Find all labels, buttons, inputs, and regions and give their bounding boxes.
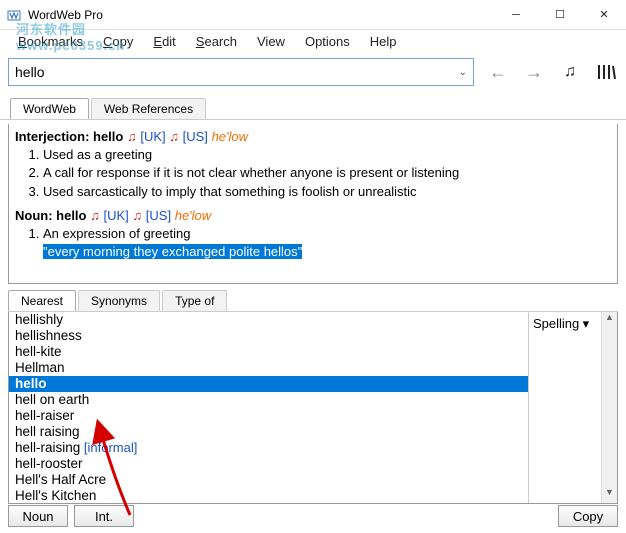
list-item[interactable]: hell on earth <box>9 392 528 408</box>
def-text: An expression of greeting <box>43 226 190 241</box>
audio-icon[interactable]: ♫ <box>169 129 179 144</box>
pos-interjection: Interjection: hello <box>15 129 123 144</box>
list-item[interactable]: hell-rooster <box>9 456 528 472</box>
spelling-column: Spelling ▾ <box>529 312 601 503</box>
list-item[interactable]: Hellman <box>9 360 528 376</box>
scroll-up-icon[interactable]: ▲ <box>602 312 617 328</box>
search-row: ⌄ ← → ♫ <box>0 52 626 96</box>
word-column[interactable]: hellishlyhellishnesshell-kiteHellmanhell… <box>9 312 529 503</box>
app-icon <box>6 7 22 23</box>
close-button[interactable]: ✕ <box>582 0 626 30</box>
dropdown-icon[interactable]: ⌄ <box>459 67 467 78</box>
audio-icon[interactable]: ♫ <box>132 208 142 223</box>
pronunciation: he'low <box>175 208 211 223</box>
scroll-down-icon[interactable]: ▼ <box>602 487 617 503</box>
uk-link[interactable]: [UK] <box>140 129 165 144</box>
chevron-down-icon[interactable]: ▾ <box>583 316 590 331</box>
us-link[interactable]: [US] <box>146 208 171 223</box>
menu-view[interactable]: View <box>247 32 295 51</box>
button-bar: Noun Int. Copy <box>8 505 618 527</box>
int-button[interactable]: Int. <box>74 505 134 527</box>
def-item: An expression of greeting "every morning… <box>43 225 611 261</box>
tab-wordweb[interactable]: WordWeb <box>10 98 89 119</box>
def-item: Used as a greeting <box>43 146 611 164</box>
noun-line: Noun: hello ♫ [UK] ♫ [US] he'low <box>15 207 611 225</box>
menu-help[interactable]: Help <box>360 32 407 51</box>
menu-edit[interactable]: Edit <box>143 32 185 51</box>
menu-bookmarks[interactable]: Bookmarks <box>8 32 93 51</box>
tab-nearest[interactable]: Nearest <box>8 290 76 311</box>
def-item: Used sarcastically to imply that somethi… <box>43 183 611 201</box>
noun-list: An expression of greeting "every morning… <box>15 225 611 261</box>
back-button[interactable]: ← <box>486 60 510 84</box>
us-link[interactable]: [US] <box>183 129 208 144</box>
copy-button[interactable]: Copy <box>558 505 618 527</box>
window-buttons: ─ ☐ ✕ <box>494 0 626 30</box>
uk-link[interactable]: [UK] <box>104 208 129 223</box>
spelling-label[interactable]: Spelling <box>533 316 579 331</box>
menu-copy[interactable]: Copy <box>93 32 143 51</box>
interjection-list: Used as a greeting A call for response i… <box>15 146 611 201</box>
menu-search[interactable]: Search <box>186 32 247 51</box>
list-item[interactable]: hell raising <box>9 424 528 440</box>
pos-noun: Noun: hello <box>15 208 87 223</box>
search-box[interactable]: ⌄ <box>8 58 474 86</box>
tab-typeof[interactable]: Type of <box>162 290 227 311</box>
list-item[interactable]: hellishly <box>9 312 528 328</box>
list-item[interactable]: hell-kite <box>9 344 528 360</box>
pronunciation: he'low <box>212 129 248 144</box>
list-item[interactable]: hell-raising [informal] <box>9 440 528 456</box>
scrollbar[interactable]: ▲ ▼ <box>601 312 617 503</box>
menu-options[interactable]: Options <box>295 32 360 51</box>
window-title: WordWeb Pro <box>28 8 494 22</box>
minimize-button[interactable]: ─ <box>494 0 538 30</box>
titlebar: WordWeb Pro ─ ☐ ✕ <box>0 0 626 30</box>
search-input[interactable] <box>15 64 422 80</box>
audio-icon[interactable]: ♫ <box>127 129 137 144</box>
list-item[interactable]: hello <box>9 376 528 392</box>
list-item[interactable]: hellishness <box>9 328 528 344</box>
audio-icon[interactable]: ♫ <box>90 208 100 223</box>
wordlist-panel: hellishlyhellishnesshell-kiteHellmanhell… <box>8 312 618 504</box>
music-icon[interactable]: ♫ <box>558 60 582 84</box>
tabs-top: WordWeb Web References <box>0 96 626 120</box>
example-highlight: "every morning they exchanged polite hel… <box>43 244 302 259</box>
tabs-bottom: Nearest Synonyms Type of <box>8 290 618 312</box>
tab-webreferences[interactable]: Web References <box>91 98 206 119</box>
maximize-button[interactable]: ☐ <box>538 0 582 30</box>
interjection-line: Interjection: hello ♫ [UK] ♫ [US] he'low <box>15 128 611 146</box>
books-icon[interactable] <box>594 60 618 84</box>
menubar: Bookmarks Copy Edit Search View Options … <box>0 30 626 52</box>
definition-panel: Interjection: hello ♫ [UK] ♫ [US] he'low… <box>8 124 618 284</box>
forward-button[interactable]: → <box>522 60 546 84</box>
list-item[interactable]: Hell's Half Acre <box>9 472 528 488</box>
list-item[interactable]: Hell's Kitchen <box>9 488 528 503</box>
def-item: A call for response if it is not clear w… <box>43 164 611 182</box>
list-item[interactable]: hell-raiser <box>9 408 528 424</box>
noun-button[interactable]: Noun <box>8 505 68 527</box>
tab-synonyms[interactable]: Synonyms <box>78 290 160 311</box>
